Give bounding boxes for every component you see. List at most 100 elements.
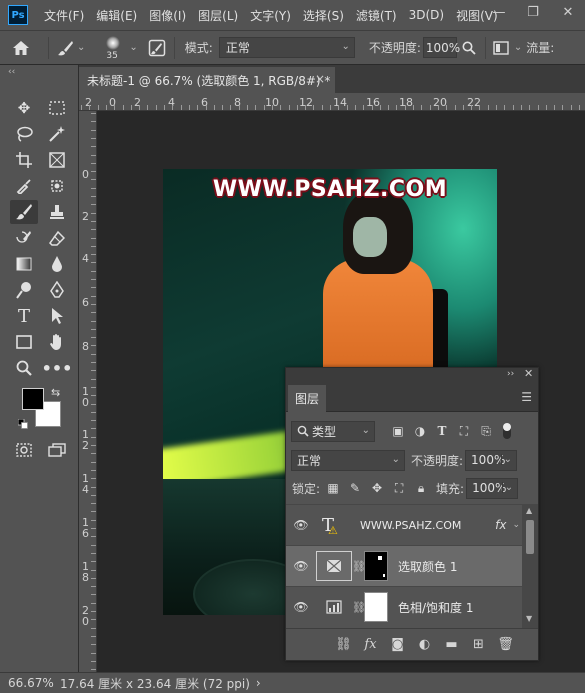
smoothing-icon[interactable] [492,40,510,55]
new-layer-icon[interactable]: ⊞ [465,637,492,652]
chevron-down-icon[interactable]: ⌄ [512,520,520,530]
lock-all-icon[interactable]: 🔒︎ [410,481,432,496]
filter-toggle[interactable] [503,423,511,439]
gradient-tool-icon[interactable] [10,252,38,276]
layer-name: WWW.PSAHZ.COM [360,518,462,532]
eyedropper-tool-icon[interactable] [10,174,38,198]
pen-tool-icon[interactable] [43,278,71,302]
marquee-tool-icon[interactable] [43,96,71,120]
lock-position-icon[interactable]: ✥ [366,481,388,495]
lock-transparent-icon[interactable]: ▦ [322,481,344,495]
menu-file[interactable]: 文件(F) [38,7,90,24]
scroll-up-icon[interactable]: ▲ [526,506,532,515]
layer-row-hue-saturation[interactable]: 👁︎ ⛓ 色相/饱和度 1 [286,586,522,627]
filter-type-select[interactable]: 类型 ⌄ [291,420,375,442]
chevron-down-icon[interactable]: ⌄ [129,42,137,53]
menu-type[interactable]: 文字(Y) [244,7,297,24]
link-chain-icon[interactable]: ⛓ [352,601,366,614]
layer-filter-row: 类型 ⌄ ▣ ◑ T ⛶ ⎘ [286,419,538,443]
menu-select[interactable]: 选择(S) [297,7,350,24]
brush-tool-icon[interactable] [10,200,38,224]
rectangle-tool-icon[interactable] [10,330,38,354]
crop-tool-icon[interactable] [10,148,38,172]
visibility-eye-icon[interactable]: 👁︎ [286,518,316,532]
type-tool-icon[interactable]: T [10,304,38,328]
menu-edit[interactable]: 编辑(E) [90,7,143,24]
move-tool-icon[interactable]: ✥ [10,96,38,120]
layer-mask-thumbnail[interactable] [364,592,388,622]
lock-artboard-icon[interactable]: ⛶ [388,481,410,496]
add-mask-icon[interactable]: ◙ [384,637,411,652]
spot-healing-tool-icon[interactable] [43,174,71,198]
fill-input[interactable]: 100% ⌄ [466,477,519,499]
menu-layer[interactable]: 图层(L) [192,7,244,24]
status-menu-arrow-icon[interactable]: › [256,676,261,690]
chevron-down-icon[interactable]: ⌄ [77,42,85,53]
pressure-opacity-icon[interactable] [459,41,479,55]
document-tab[interactable]: 未标题-1 @ 66.7% (选取颜色 1, RGB/8#) * × [79,67,335,93]
filter-pixel-icon[interactable]: ▣ [387,424,409,438]
hue-saturation-icon [326,600,342,614]
magic-wand-tool-icon[interactable] [43,122,71,146]
brush-settings-panel-icon[interactable] [146,39,168,57]
new-group-icon[interactable]: ▬ [438,637,465,652]
foreground-color-swatch[interactable] [22,388,44,410]
close-window-button[interactable]: ✕ [551,0,585,24]
swap-colors-icon[interactable]: ⇆ [51,386,60,399]
blend-mode-select[interactable]: 正常 ⌄ [291,449,405,471]
zoom-tool-icon[interactable] [10,356,38,380]
restore-button[interactable]: ❐ [516,0,550,24]
chevron-down-icon[interactable]: ⌄ [514,42,522,53]
visibility-eye-icon[interactable]: 👁︎ [286,600,316,614]
history-brush-tool-icon[interactable] [10,226,38,250]
zoom-level[interactable]: 66.67% [8,676,56,690]
default-colors-icon[interactable] [17,418,28,429]
collapse-toolbar-icon[interactable]: ‹‹ [8,67,15,77]
lasso-tool-icon[interactable] [10,122,38,146]
home-icon[interactable] [0,40,42,56]
filter-type-layer-icon[interactable]: T [431,424,453,438]
layers-scrollbar[interactable]: ▲ ▼ [522,504,538,628]
link-layers-icon[interactable]: ⛓ [330,637,357,652]
menu-3d[interactable]: 3D(D) [403,8,450,22]
layer-mask-thumbnail[interactable] [364,551,388,581]
menu-image[interactable]: 图像(I) [143,7,192,24]
quick-mask-icon[interactable] [10,438,38,462]
link-chain-icon[interactable]: ⛓ [352,560,366,573]
blur-tool-icon[interactable] [43,252,71,276]
scrollbar-thumb[interactable] [526,520,534,554]
collapse-panel-icon[interactable]: ›› [507,369,514,379]
layer-opacity-input[interactable]: 100% ⌄ [465,449,518,471]
screen-mode-icon[interactable] [43,438,71,462]
scroll-down-icon[interactable]: ▼ [526,614,532,623]
filter-adjustment-icon[interactable]: ◑ [409,424,431,438]
minimize-button[interactable]: — [482,0,516,24]
frame-tool-icon[interactable] [43,148,71,172]
close-panel-icon[interactable]: ✕ [524,367,533,380]
mode-select[interactable]: 正常 ⌄ [218,37,355,58]
brush-preset-icon[interactable] [55,39,77,57]
layer-row-text[interactable]: 👁︎ T ⚠ WWW.PSAHZ.COM fx ⌄ [286,504,522,545]
lock-image-icon[interactable]: ✎ [344,481,366,495]
dodge-tool-icon[interactable] [10,278,38,302]
panel-menu-icon[interactable]: ☰ [521,390,532,404]
add-style-icon[interactable]: fx [357,637,384,652]
opacity-input[interactable]: 100% [422,37,460,58]
tab-layers[interactable]: 图层 [288,385,326,412]
new-adjustment-icon[interactable]: ◐ [411,637,438,652]
eraser-tool-icon[interactable] [43,226,71,250]
filter-shape-icon[interactable]: ⛶ [453,424,475,439]
hue-saturation-thumbnail [316,592,352,622]
brush-size-picker[interactable]: 35 [101,33,125,63]
close-tab-icon[interactable]: × [315,72,325,86]
hand-tool-icon[interactable] [43,330,71,354]
clone-stamp-tool-icon[interactable] [43,200,71,224]
filter-smart-object-icon[interactable]: ⎘ [475,424,497,439]
delete-layer-icon[interactable]: 🗑︎ [492,637,519,652]
visibility-eye-icon[interactable]: 👁︎ [286,559,316,573]
menu-filter[interactable]: 滤镜(T) [350,7,403,24]
more-tools-icon[interactable]: ••• [42,356,73,380]
path-selection-tool-icon[interactable] [43,304,71,328]
fx-icon[interactable]: fx [495,518,506,532]
layer-row-selective-color[interactable]: 👁︎ ⛓ 选取颜色 1 [286,545,522,586]
